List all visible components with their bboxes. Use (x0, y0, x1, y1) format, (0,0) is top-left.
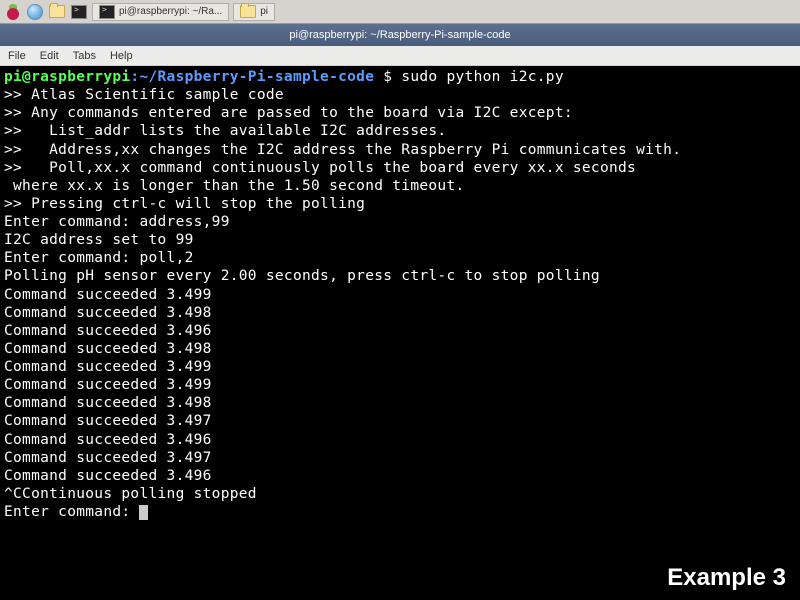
terminal-line: Polling pH sensor every 2.00 seconds, pr… (4, 268, 600, 284)
folder-icon (240, 5, 256, 18)
cursor-icon (139, 505, 148, 520)
terminal-line: Command succeeded 3.498 (4, 395, 212, 411)
prompt-command: sudo python i2c.py (401, 69, 564, 85)
taskbar-item-terminal[interactable]: pi@raspberrypi: ~/Ra... (92, 3, 229, 21)
menu-help[interactable]: Help (110, 50, 133, 62)
terminal-line: Command succeeded 3.497 (4, 450, 212, 466)
taskbar-item-label: pi@raspberrypi: ~/Ra... (119, 6, 222, 17)
window-title: pi@raspberrypi: ~/Raspberry-Pi-sample-co… (289, 29, 510, 41)
menu-edit[interactable]: Edit (40, 50, 59, 62)
terminal-line: where xx.x is longer than the 1.50 secon… (4, 178, 465, 194)
terminal-line: Command succeeded 3.496 (4, 468, 212, 484)
prompt-symbol: $ (374, 69, 401, 85)
terminal-line: Command succeeded 3.499 (4, 359, 212, 375)
terminal-line: Command succeeded 3.498 (4, 341, 212, 357)
terminal-line: Enter command: address,99 (4, 214, 230, 230)
terminal-icon (99, 5, 115, 19)
web-browser-icon[interactable] (26, 3, 44, 21)
terminal-line: Command succeeded 3.496 (4, 323, 212, 339)
taskbar-item-folder[interactable]: pi (233, 3, 275, 21)
terminal-line: I2C address set to 99 (4, 232, 194, 248)
menu-tabs[interactable]: Tabs (73, 50, 96, 62)
terminal-line: Enter command: (4, 504, 139, 520)
terminal-line: Enter command: poll,2 (4, 250, 194, 266)
taskbar-item-label: pi (260, 6, 268, 17)
window-titlebar: pi@raspberrypi: ~/Raspberry-Pi-sample-co… (0, 24, 800, 46)
terminal-output[interactable]: pi@raspberrypi:~/Raspberry-Pi-sample-cod… (0, 66, 800, 523)
menu-file[interactable]: File (8, 50, 26, 62)
terminal-line: Command succeeded 3.499 (4, 377, 212, 393)
prompt-path: ~/Raspberry-Pi-sample-code (139, 69, 374, 85)
watermark-label: Example 3 (667, 564, 786, 592)
terminal-line: >> Pressing ctrl-c will stop the polling (4, 196, 365, 212)
menu-raspberry-icon[interactable] (4, 3, 22, 21)
terminal-line: >> Address,xx changes the I2C address th… (4, 142, 681, 158)
terminal-line: >> Any commands entered are passed to th… (4, 105, 573, 121)
terminal-line: Command succeeded 3.498 (4, 305, 212, 321)
taskbar: pi@raspberrypi: ~/Ra... pi (0, 0, 800, 24)
terminal-line: >> Poll,xx.x command continuously polls … (4, 160, 636, 176)
prompt-userhost: pi@raspberrypi (4, 69, 130, 85)
terminal-line: >> List_addr lists the available I2C add… (4, 123, 446, 139)
terminal-line: Command succeeded 3.497 (4, 413, 212, 429)
file-manager-icon[interactable] (48, 3, 66, 21)
terminal-launcher-icon[interactable] (70, 3, 88, 21)
terminal-line: >> Atlas Scientific sample code (4, 87, 284, 103)
terminal-line: Command succeeded 3.499 (4, 287, 212, 303)
terminal-line: Command succeeded 3.496 (4, 432, 212, 448)
terminal-line: ^CContinuous polling stopped (4, 486, 257, 502)
menubar: File Edit Tabs Help (0, 46, 800, 66)
